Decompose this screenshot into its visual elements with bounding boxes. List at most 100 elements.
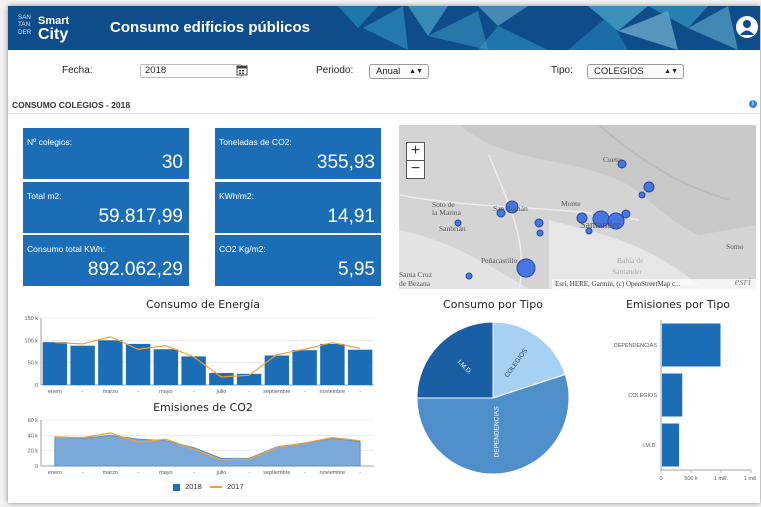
co2-chart-title: Emisiones de CO2 [153,401,253,414]
fecha-label: Fecha: [62,65,93,76]
map-label: Santander [612,267,642,276]
x-tick-label: septiembre [263,470,290,476]
emissions-type-chart: DEPENDENCIAS COLEGIOS I.M.D. 0 500 k 1 mill. 1… [614,320,756,482]
fecha-input[interactable]: 2018 [140,64,242,78]
kpi-value: 5,95 [338,259,375,280]
section-divider [8,113,760,114]
bar-2018 [209,372,234,385]
kpi-label: Consumo total KWh: [27,244,105,254]
x-tick-label: - [193,470,195,476]
category-label: DEPENDENCIAS [614,343,658,349]
map-label: de Bezana [399,279,431,288]
map-label: Bahía de [617,256,644,265]
y-tick-label: 20 k [28,449,39,455]
bar-2018 [347,349,373,385]
kpi-consumo-total: Consumo total KWh: 892.062,29 [23,235,189,286]
map-view[interactable]: + − Cueto Soto de la Marina Monte Sanbri… [399,125,756,289]
app-window: SAN TAN DER Smart City Consumo edificios… [8,6,760,503]
x-tick-label: 1 mill. [744,476,756,482]
map-label: Santander [580,220,620,231]
x-tick-label: - [359,470,361,476]
y-tick-label: 50 k [28,361,39,367]
pie-label: DEPENDENCIAS [493,405,500,457]
x-tick-label: julio [215,470,226,476]
map-label: la Marina [432,208,461,217]
y-tick-label: 40 k [28,433,39,439]
pie-chart-title: Consumo por Tipo [443,298,543,311]
x-tick-label: 1 mill. [714,476,729,482]
bar [662,373,683,417]
legend: 2018 2017 [173,482,244,491]
bar-2018 [125,343,151,385]
map-label: Somo [726,242,744,251]
header-bar: SAN TAN DER Smart City Consumo edificios… [8,6,760,50]
tipo-select[interactable]: COLEGIOS ▲▼ [587,64,684,79]
y-tick-label: 0 [35,464,38,470]
y-tick-label: 60 k [28,418,39,424]
map-label: Cueto [603,155,621,164]
bar-2018 [320,343,345,385]
smart-city-logo[interactable]: SAN TAN DER Smart City [18,14,88,43]
tipo-label: Tipo: [551,65,573,76]
bar-2018 [264,355,290,385]
x-tick-label: - [304,389,306,395]
energy-chart: 0 50 k 100 k 150 k enero - marzo - mayo - julio - se… [25,316,374,395]
co2-chart: 0 20 k 40 k 60 k enero - marzo - mayo - julio - sept… [28,418,374,476]
logo-small-2: TAN [18,21,31,29]
kpi-co2-kg-m2: CO2 Kg/m2: 5,95 [215,235,381,286]
pie-slice-imd [416,321,494,399]
kpi-label: CO2 Kg/m2: [219,244,266,254]
map-label: Monte [561,199,581,208]
x-tick-label: - [82,389,84,395]
bar-2018 [98,340,123,385]
periodo-select-value: Anual [376,66,401,77]
zoom-out-button[interactable]: − [406,160,425,179]
category-label: I.M.D. [642,443,657,449]
y-tick-label: 150 k [25,316,39,322]
x-tick-label: - [248,389,250,395]
legend-swatch-2017 [209,486,222,489]
periodo-label: Periodo: [316,65,354,76]
kpi-value: 355,93 [316,152,375,173]
calendar-icon[interactable] [236,63,248,76]
zoom-in-button[interactable]: + [406,142,425,161]
y-tick-label: 0 [35,383,38,389]
kpi-label: Nº colegios: [27,137,73,147]
x-tick-label: enero [48,470,62,476]
map-attribution-text: Esri, HERE, Garmin, (c) OpenStreetMap c.… [555,280,681,288]
logo-small-3: DER [18,28,32,36]
x-tick-label: - [359,389,361,395]
kpi-value: 892.062,29 [87,259,183,280]
kpi-value: 30 [161,152,183,173]
select-arrows-icon: ▲▼ [664,68,678,75]
bar-2018 [42,342,68,385]
app-title: Consumo edificios públicos [110,19,311,36]
x-tick-label: - [82,470,84,476]
map-label: Sanbrián [439,224,466,233]
x-tick-label: noviembre [320,470,346,476]
tipo-select-value: COLEGIOS [594,66,644,77]
bar-2018 [70,345,95,385]
x-tick-label: 0 [659,476,662,482]
map-attribution: Esri, HERE, Garmin, (c) OpenStreetMap c.… [552,276,756,289]
info-icon[interactable]: i [749,100,757,108]
esri-logo: esri [734,276,752,288]
user-icon[interactable] [736,16,758,38]
x-tick-label: - [137,389,139,395]
x-tick-label: septiembre [263,389,290,395]
x-tick-label: marzo [103,389,118,395]
x-tick-label: - [193,389,195,395]
emissions-type-chart-title: Emisiones por Tipo [625,298,731,311]
kpi-kwh-m2: KWh/m2: 14,91 [215,182,381,233]
x-tick-label: julio [215,389,226,395]
select-arrows-icon: ▲▼ [409,68,423,75]
x-tick-label: - [304,470,306,476]
map-label: San Román [493,204,528,213]
kpi-value: 59.817,99 [98,206,183,227]
x-tick-label: 500 k [684,476,698,482]
bar [662,323,721,367]
pie-chart: COLEGIOSDEPENDENCIASI.M.D. [416,321,570,475]
x-tick-label: marzo [103,470,118,476]
periodo-select[interactable]: Anual ▲▼ [369,64,429,79]
kpi-value: 14,91 [327,206,375,227]
